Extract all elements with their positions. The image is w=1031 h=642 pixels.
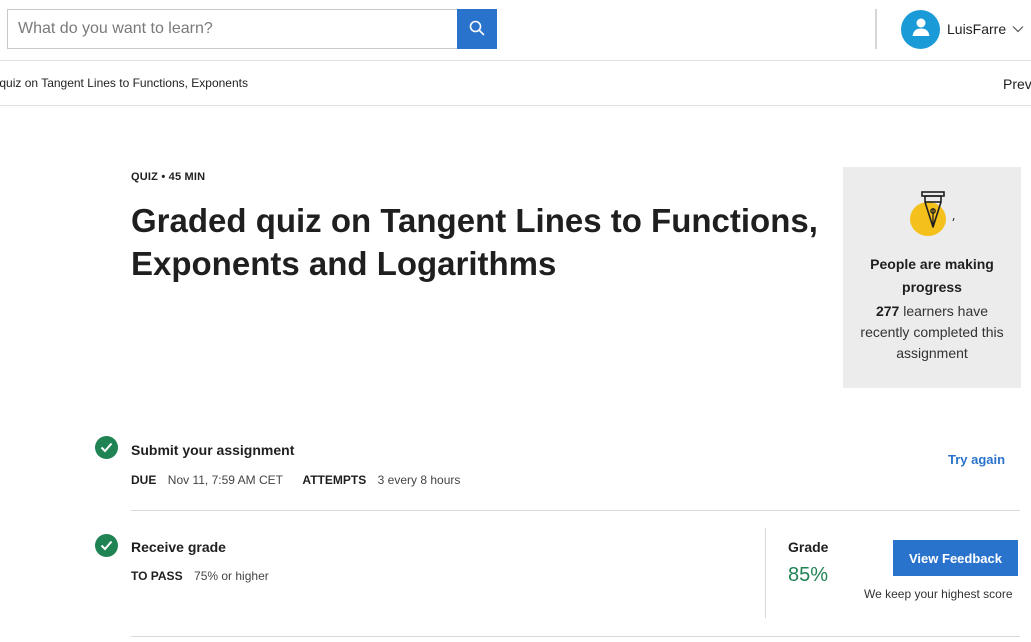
grade-step-title: Receive grade <box>131 539 226 555</box>
step-divider <box>131 636 1020 637</box>
previous-link[interactable]: Previous <box>1003 76 1031 92</box>
pen-nib-icon <box>907 189 959 246</box>
submit-details: DUE Nov 11, 7:59 AM CET ATTEMPTS 3 every… <box>131 471 460 489</box>
submit-step-title: Submit your assignment <box>131 442 295 458</box>
attempts-label: ATTEMPTS <box>302 473 367 487</box>
user-icon <box>910 16 932 43</box>
due-value: Nov 11, 7:59 AM CET <box>167 473 283 487</box>
item-nav-bar: Graded quiz on Tangent Lines to Function… <box>0 61 1031 106</box>
to-pass-value: 75% or higher <box>194 569 269 583</box>
progress-text: 277 learners have recently completed thi… <box>857 301 1007 364</box>
search-input[interactable] <box>7 9 457 49</box>
grade-divider <box>765 528 766 618</box>
top-bar: LuisFarre <box>0 0 1031 61</box>
item-meta: QUIZ • 45 MIN <box>131 171 206 183</box>
search-icon <box>469 20 485 39</box>
header-divider <box>875 9 877 49</box>
progress-title: People are making progress <box>870 256 994 295</box>
grade-check-icon <box>95 534 118 557</box>
highest-score-note: We keep your highest score <box>864 587 1013 601</box>
view-feedback-button[interactable]: View Feedback <box>893 540 1018 576</box>
grade-label: Grade <box>788 539 829 555</box>
to-pass-label: TO PASS <box>131 569 183 583</box>
attempts-value: 3 every 8 hours <box>377 473 461 487</box>
pass-details: TO PASS 75% or higher <box>131 567 269 585</box>
user-name[interactable]: LuisFarre <box>947 21 1006 37</box>
due-label: DUE <box>131 473 157 487</box>
step-divider <box>131 510 1020 511</box>
search-button[interactable] <box>457 9 497 49</box>
breadcrumb: Graded quiz on Tangent Lines to Function… <box>0 76 248 90</box>
avatar[interactable] <box>901 9 940 49</box>
grade-value: 85% <box>788 564 829 586</box>
submit-check-icon <box>95 436 118 459</box>
page-title: Graded quiz on Tangent Lines to Function… <box>131 202 818 282</box>
user-menu[interactable]: LuisFarre <box>901 9 1024 49</box>
search-bar <box>7 9 497 49</box>
chevron-down-icon[interactable] <box>1012 20 1024 38</box>
breadcrumb-text: Graded quiz on Tangent Lines to Function… <box>0 76 248 90</box>
progress-card: People are making progress 277 learners … <box>843 167 1021 388</box>
try-again-link[interactable]: Try again <box>948 452 1005 467</box>
learner-count: 277 <box>875 303 900 319</box>
